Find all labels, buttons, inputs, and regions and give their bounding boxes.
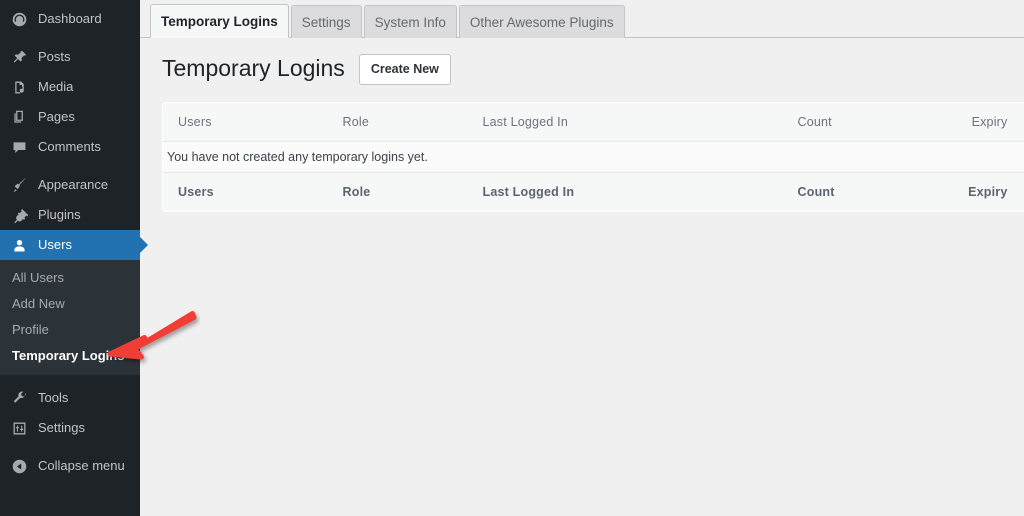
page-content: Temporary Logins Create New Users Role L… xyxy=(140,38,1024,212)
pin-icon xyxy=(9,47,29,67)
sidebar-item-label: Dashboard xyxy=(38,11,102,26)
submenu-item-add-new[interactable]: Add New xyxy=(0,291,140,317)
footer-header-count[interactable]: Count xyxy=(797,171,928,211)
sidebar-item-posts[interactable]: Posts xyxy=(0,42,140,72)
empty-state-message: You have not created any temporary login… xyxy=(162,141,1024,173)
sidebar-item-media[interactable]: Media xyxy=(0,72,140,102)
tab-temporary-logins[interactable]: Temporary Logins xyxy=(150,4,289,38)
page-title: Temporary Logins xyxy=(162,55,345,82)
sidebar-item-label: Users xyxy=(38,237,72,252)
sidebar-item-tools[interactable]: Tools xyxy=(0,383,140,413)
dashboard-icon xyxy=(9,9,29,29)
wrench-icon xyxy=(9,388,29,408)
sidebar-item-label: Appearance xyxy=(38,177,109,192)
sidebar-item-comments[interactable]: Comments xyxy=(0,132,140,162)
submenu-item-profile[interactable]: Profile xyxy=(0,317,140,343)
pages-icon xyxy=(9,107,29,127)
sidebar-item-appearance[interactable]: Appearance xyxy=(0,170,140,200)
column-header-role[interactable]: Role xyxy=(342,102,483,142)
table-header-row: Users Role Last Logged In Count Expiry xyxy=(162,102,1024,142)
user-icon xyxy=(9,235,29,255)
column-header-count[interactable]: Count xyxy=(797,102,928,142)
sidebar-item-label: Media xyxy=(38,79,74,94)
sidebar-item-pages[interactable]: Pages xyxy=(0,102,140,132)
column-header-expiry[interactable]: Expiry xyxy=(927,102,1024,142)
sidebar-item-label: Comments xyxy=(38,139,101,154)
sidebar-item-label: Settings xyxy=(38,420,85,435)
table-body: You have not created any temporary login… xyxy=(162,141,1024,173)
column-header-last-logged-in[interactable]: Last Logged In xyxy=(482,102,798,142)
sidebar-item-dashboard[interactable]: Dashboard xyxy=(0,4,140,34)
sidebar-item-settings[interactable]: Settings xyxy=(0,413,140,443)
tab-system-info[interactable]: System Info xyxy=(363,5,457,38)
paintbrush-icon xyxy=(9,175,29,195)
tab-other-awesome-plugins[interactable]: Other Awesome Plugins xyxy=(458,5,625,38)
submenu-item-all-users[interactable]: All Users xyxy=(0,265,140,291)
footer-header-last-logged-in[interactable]: Last Logged In xyxy=(482,171,798,211)
admin-sidebar: Dashboard Posts Media Pages Comments App… xyxy=(0,0,148,516)
footer-header-expiry[interactable]: Expiry xyxy=(927,171,1024,211)
create-new-button[interactable]: Create New xyxy=(358,54,451,85)
sidebar-item-plugins[interactable]: Plugins xyxy=(0,200,140,230)
tab-settings[interactable]: Settings xyxy=(290,5,362,38)
sidebar-item-label: Tools xyxy=(38,390,69,405)
settings-sliders-icon xyxy=(9,418,29,438)
wordpress-admin-screen: Dashboard Posts Media Pages Comments App… xyxy=(0,0,1024,516)
footer-header-users[interactable]: Users xyxy=(162,171,343,211)
main-content: Temporary Logins Settings System Info Ot… xyxy=(140,0,1024,516)
temporary-logins-table: Users Role Last Logged In Count Expiry Y… xyxy=(162,101,1024,212)
sidebar-item-users[interactable]: Users xyxy=(0,230,148,260)
collapse-arrow-icon xyxy=(9,456,29,476)
sidebar-item-label: Pages xyxy=(38,109,75,124)
collapse-menu-button[interactable]: Collapse menu xyxy=(0,451,140,481)
empty-state-row: You have not created any temporary login… xyxy=(162,141,1024,173)
table-foot: Users Role Last Logged In Count Expiry xyxy=(162,171,1024,211)
collapse-menu-label: Collapse menu xyxy=(38,458,125,473)
sidebar-item-label: Posts xyxy=(38,49,71,64)
page-header: Temporary Logins Create New xyxy=(162,54,1024,85)
comments-icon xyxy=(9,137,29,157)
table-footer-row: Users Role Last Logged In Count Expiry xyxy=(162,171,1024,211)
sidebar-item-label: Plugins xyxy=(38,207,81,222)
footer-header-role[interactable]: Role xyxy=(342,171,483,211)
plugin-tab-bar: Temporary Logins Settings System Info Ot… xyxy=(140,0,1024,38)
table-head: Users Role Last Logged In Count Expiry xyxy=(162,102,1024,142)
plug-icon xyxy=(9,205,29,225)
column-header-users[interactable]: Users xyxy=(162,102,343,142)
users-submenu: All Users Add New Profile Temporary Logi… xyxy=(0,260,140,375)
media-icon xyxy=(9,77,29,97)
submenu-item-temporary-logins[interactable]: Temporary Logins xyxy=(0,343,140,369)
